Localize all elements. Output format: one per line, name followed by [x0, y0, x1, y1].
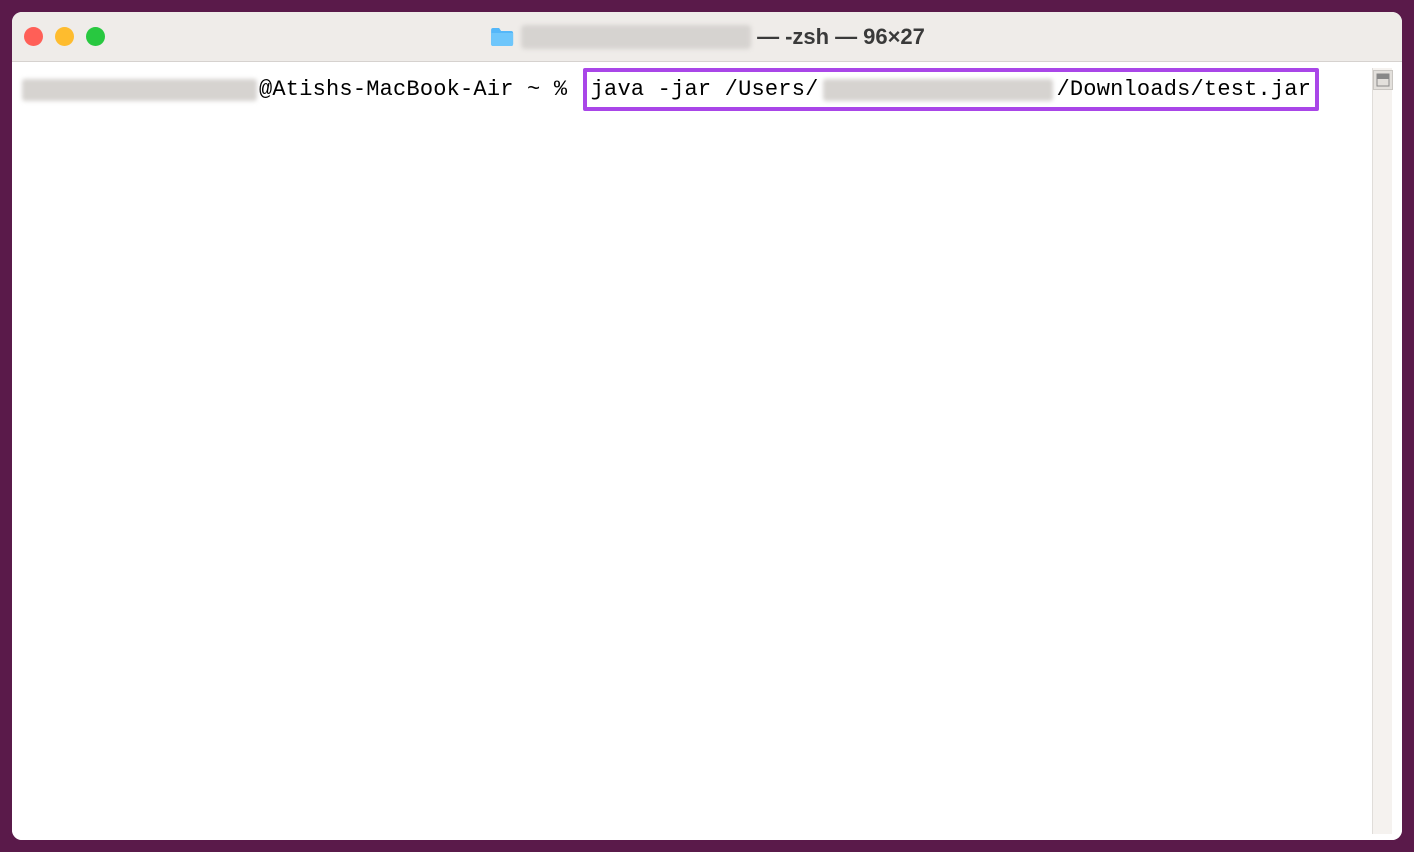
window-title: — -zsh — 96×27	[489, 24, 925, 50]
title-sep2: —	[835, 24, 857, 50]
command-highlight: java -jar /Users/ /Downloads/test.jar	[583, 68, 1320, 111]
terminal-window: — -zsh — 96×27 @Atishs-MacBook-Air ~ % j…	[8, 8, 1406, 844]
traffic-lights	[24, 27, 105, 46]
username-blurred	[22, 79, 257, 101]
titlebar[interactable]: — -zsh — 96×27	[12, 12, 1402, 62]
terminal-content[interactable]: @Atishs-MacBook-Air ~ % java -jar /Users…	[22, 68, 1372, 834]
folder-icon	[489, 26, 515, 48]
title-shell: -zsh	[785, 24, 829, 50]
title-sep1: —	[757, 24, 779, 50]
path-user-blurred	[823, 79, 1053, 101]
command-part1: java -jar /Users/	[591, 73, 819, 106]
terminal-body[interactable]: @Atishs-MacBook-Air ~ % java -jar /Users…	[12, 62, 1402, 840]
prompt-host: @Atishs-MacBook-Air ~ %	[259, 73, 581, 106]
title-dimensions: 96×27	[863, 24, 925, 50]
title-path-blurred	[521, 25, 751, 49]
command-part2: /Downloads/test.jar	[1057, 73, 1312, 106]
close-button[interactable]	[24, 27, 43, 46]
scrollbar[interactable]	[1372, 68, 1392, 834]
prompt-line: @Atishs-MacBook-Air ~ % java -jar /Users…	[22, 68, 1372, 111]
minimize-button[interactable]	[55, 27, 74, 46]
scroll-indicator-icon[interactable]	[1373, 70, 1393, 90]
maximize-button[interactable]	[86, 27, 105, 46]
